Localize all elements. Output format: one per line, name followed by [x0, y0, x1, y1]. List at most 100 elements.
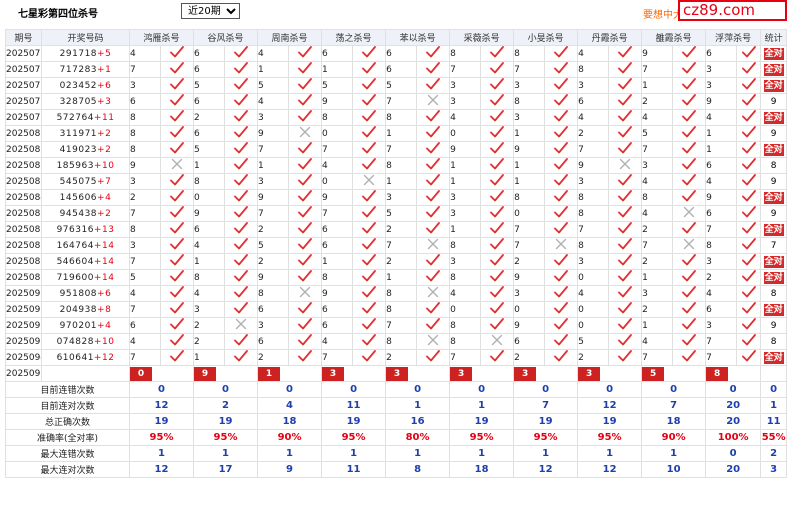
draw-number-cell: 976316+13 — [41, 221, 130, 238]
check-icon — [362, 238, 376, 251]
result-cell — [672, 237, 707, 254]
result-cell — [672, 109, 707, 126]
kill-number-cell: 5 — [193, 77, 226, 94]
result-cell — [480, 317, 515, 334]
table-row: 2025083545075+738301113449 — [5, 173, 787, 190]
kill-number-cell: 6 — [705, 45, 738, 62]
kill-number-cell: 8 — [385, 157, 418, 174]
table-row: 2025093074828+1042648865478 — [5, 333, 787, 350]
kill-number-cell: 8 — [321, 109, 354, 126]
result-cell — [224, 141, 259, 158]
kill-number-cell: 3 — [193, 301, 226, 318]
draw-digits: 545075 — [59, 176, 98, 187]
result-cell — [224, 205, 259, 222]
current-kill-cell: 1 — [257, 365, 323, 382]
kill-number-cell: 6 — [705, 301, 738, 318]
result-cell — [736, 205, 762, 222]
kill-number-cell: 8 — [385, 109, 418, 126]
draw-sum: +14 — [93, 256, 115, 267]
result-cell — [672, 221, 707, 238]
draw-digits: 546604 — [56, 256, 94, 267]
stat-value-cell: 90% — [257, 429, 323, 446]
draw-number-cell: 545075+7 — [41, 173, 130, 190]
result-cell — [480, 189, 515, 206]
draw-number-cell: 717283+1 — [41, 61, 130, 78]
kill-number-cell: 6 — [705, 205, 738, 222]
all-right-badge: 全对 — [763, 191, 784, 204]
kill-number-cell: 4 — [641, 333, 674, 350]
result-cell — [480, 253, 515, 270]
kill-number-cell: 8 — [641, 189, 674, 206]
stat-value-cell: 20 — [705, 461, 762, 478]
cross-icon — [427, 238, 439, 251]
kill-number-cell: 7 — [513, 61, 546, 78]
promo-link[interactable]: 要想中大 — [643, 6, 683, 21]
draw-number-cell: 185963+10 — [41, 157, 130, 174]
cross-icon — [491, 334, 503, 347]
stat-value: 95% — [533, 432, 558, 443]
stat-value: 1 — [414, 400, 422, 411]
result-cell — [480, 77, 515, 94]
check-icon — [554, 302, 568, 315]
check-icon — [234, 190, 248, 203]
period-cell: 2025081 — [5, 141, 42, 158]
check-icon — [170, 174, 184, 187]
kill-number-cell: 1 — [513, 157, 546, 174]
result-cell — [544, 189, 579, 206]
stat-row: 目前连对次数 12 2 4 11 1 1 7 12 7 20 1 — [5, 397, 787, 414]
check-icon — [298, 190, 312, 203]
kill-number-cell: 2 — [257, 349, 290, 366]
stat-value-cell: 12 — [577, 461, 643, 478]
result-cell — [416, 301, 451, 318]
stat-label: 最大连对次数 — [5, 461, 130, 478]
period-cell: 2025080 — [5, 125, 42, 142]
all-right-badge: 全对 — [763, 63, 784, 76]
result-cell — [288, 61, 323, 78]
table-row: 2025092970201+462367890139 — [5, 317, 787, 334]
result-cell — [608, 205, 643, 222]
check-icon — [426, 142, 440, 155]
check-icon — [618, 334, 633, 347]
result-cell — [608, 141, 643, 158]
result-cell — [224, 301, 259, 318]
result-cell — [672, 45, 707, 62]
check-icon — [362, 190, 376, 203]
stat-value: 16 — [410, 416, 425, 427]
period-cell: 2025082 — [5, 157, 42, 174]
draw-sum: +5 — [97, 48, 112, 59]
current-kill-badge: 3 — [578, 366, 601, 381]
stat-value-cell: 1 — [128, 445, 195, 462]
stat-value-cell: 0 — [705, 445, 762, 462]
result-cell — [736, 125, 762, 142]
check-icon — [682, 334, 697, 347]
stat-value: 19 — [218, 416, 233, 427]
kill-number-cell: 8 — [449, 237, 482, 254]
result-cell — [416, 349, 451, 366]
total-cell: 8 — [760, 285, 787, 302]
result-cell — [544, 109, 579, 126]
stat-label: 最大连错次数 — [5, 445, 130, 462]
result-cell — [544, 157, 579, 174]
result-cell — [672, 269, 707, 286]
draw-digits: 185963 — [56, 160, 94, 171]
result-cell — [416, 317, 451, 334]
stat-value-cell: 20 — [705, 397, 762, 414]
result-cell — [672, 77, 707, 94]
period-select[interactable]: 近20期 — [181, 3, 240, 19]
total-value: 9 — [770, 96, 777, 107]
stat-value: 80% — [405, 432, 430, 443]
kill-number-cell: 2 — [577, 125, 610, 142]
kill-number-cell: 8 — [449, 317, 482, 334]
kill-number-cell: 3 — [129, 77, 161, 94]
table-row: 2025077023452+63555533313全对 — [5, 77, 787, 94]
kill-number-cell: 7 — [705, 333, 738, 350]
result-cell — [352, 125, 387, 142]
current-kill-label: 当前期杀号 — [41, 365, 130, 382]
total-cell: 全对 — [760, 269, 787, 286]
result-cell — [352, 269, 387, 286]
stat-value: 0 — [222, 384, 229, 395]
kill-number-cell: 1 — [321, 253, 354, 270]
check-icon — [741, 318, 756, 331]
check-icon — [554, 142, 568, 155]
check-icon — [170, 254, 184, 267]
